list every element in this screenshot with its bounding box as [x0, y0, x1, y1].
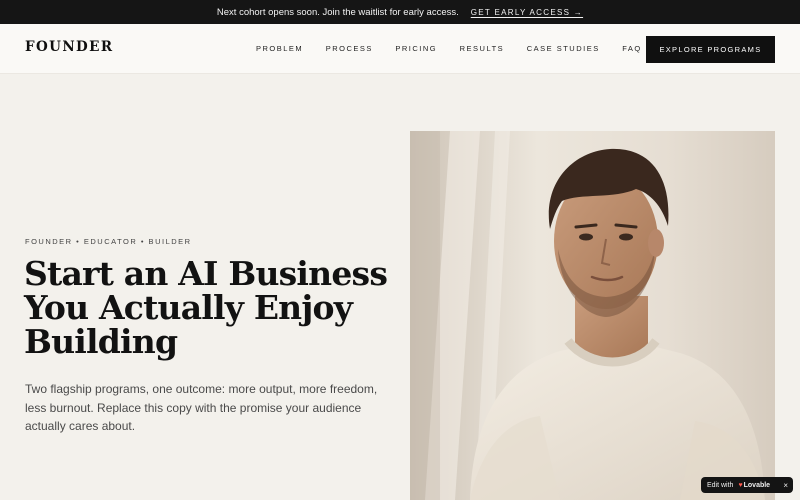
portrait-illustration [410, 131, 775, 500]
headline-line-1: Start an AI Business [24, 254, 388, 293]
badge-brand: Lovable [743, 481, 771, 489]
hero-eyebrow: FOUNDER • EDUCATOR • BUILDER [25, 237, 192, 246]
headline-line-2: You Actually Enjoy [24, 288, 353, 327]
nav-item-process[interactable]: PROCESS [326, 44, 373, 53]
site-header: FOUNDER PROBLEM PROCESS PRICING RESULTS … [0, 24, 800, 74]
edit-with-lovable-badge[interactable]: Edit with ♥ Lovable × [701, 477, 793, 493]
announcement-bar: Next cohort opens soon. Join the waitlis… [0, 0, 800, 24]
nav-item-faq[interactable]: FAQ [622, 44, 642, 53]
headline-line-3: Building [24, 322, 178, 361]
announcement-message: Next cohort opens soon. Join the waitlis… [216, 6, 459, 18]
hero-portrait-photo [410, 131, 775, 500]
hero-headline: Start an AI Business You Actually Enjoy … [24, 257, 404, 359]
nav-item-pricing[interactable]: PRICING [395, 44, 437, 53]
hero-subtext: Two flagship programs, one outcome: more… [25, 382, 378, 433]
nav-item-case-studies[interactable]: CASE STUDIES [527, 44, 600, 53]
badge-prefix: Edit with [707, 481, 734, 489]
site-logo[interactable]: FOUNDER [25, 39, 113, 55]
explore-programs-button[interactable]: EXPLORE PROGRAMS [646, 36, 775, 63]
nav-item-results[interactable]: RESULTS [460, 44, 505, 53]
main-nav: PROBLEM PROCESS PRICING RESULTS CASE STU… [256, 44, 664, 53]
nav-item-problem[interactable]: PROBLEM [256, 44, 303, 53]
heart-icon: ♥ [738, 481, 743, 489]
early-access-link[interactable]: GET EARLY ACCESS → [471, 8, 583, 17]
close-icon[interactable]: × [783, 481, 788, 490]
